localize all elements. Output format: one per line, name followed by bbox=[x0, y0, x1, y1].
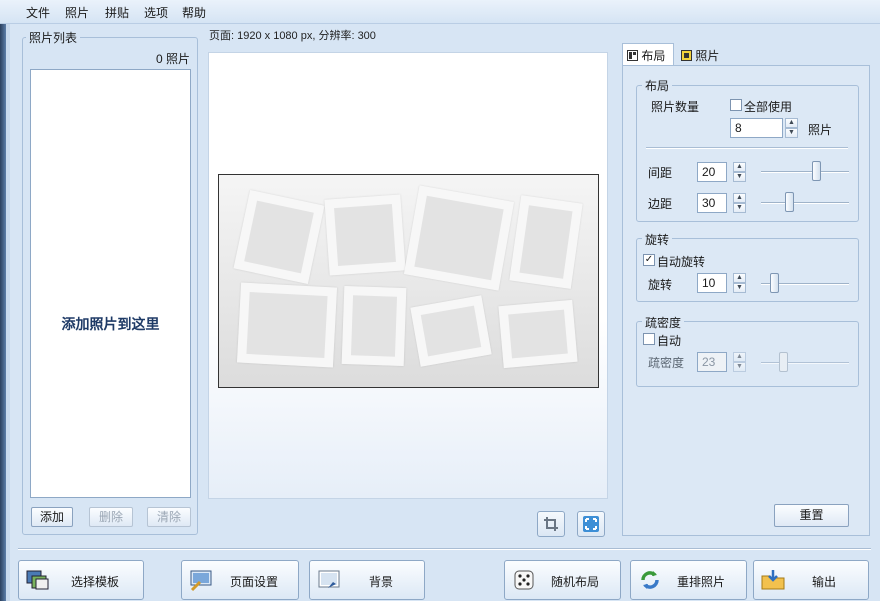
random-layout-label: 随机布局 bbox=[551, 575, 600, 589]
stepper-up-icon[interactable]: ▲ bbox=[733, 162, 746, 172]
stepper-down-icon[interactable]: ▼ bbox=[733, 362, 746, 372]
rotation-group-title: 旋转 bbox=[642, 231, 673, 248]
photo-slot[interactable] bbox=[498, 299, 578, 369]
spacing-input[interactable]: 20 bbox=[697, 162, 727, 182]
use-all-checkbox[interactable] bbox=[730, 99, 742, 111]
density-stepper[interactable]: ▲ ▼ bbox=[733, 352, 746, 372]
density-slider[interactable] bbox=[761, 362, 849, 364]
auto-density-checkbox[interactable] bbox=[643, 333, 655, 345]
rotation-stepper[interactable]: ▲ ▼ bbox=[733, 273, 746, 293]
stepper-down-icon[interactable]: ▼ bbox=[785, 128, 798, 138]
photo-count-label: 0 照片 bbox=[156, 52, 191, 66]
dice-icon bbox=[514, 570, 534, 590]
margin-slider[interactable] bbox=[761, 202, 849, 204]
stepper-down-icon[interactable]: ▼ bbox=[733, 283, 746, 293]
menu-options[interactable]: 选项 bbox=[142, 4, 170, 21]
menu-help[interactable]: 帮助 bbox=[180, 4, 208, 21]
select-template-label: 选择模板 bbox=[71, 575, 120, 589]
photo-slot[interactable] bbox=[233, 189, 325, 285]
photo-list-placeholder: 添加照片到这里 bbox=[61, 317, 160, 333]
window-border bbox=[6, 24, 10, 601]
fit-button[interactable] bbox=[577, 511, 605, 537]
photo-slot[interactable] bbox=[341, 285, 407, 367]
layout-group-title: 布局 bbox=[642, 77, 673, 94]
density-label: 疏密度 bbox=[648, 356, 685, 370]
export-icon bbox=[761, 570, 785, 590]
export-button[interactable]: 输出 bbox=[753, 560, 869, 600]
stepper-down-icon[interactable]: ▼ bbox=[733, 172, 746, 182]
tab-layout-label: 布局 bbox=[641, 49, 666, 63]
fit-icon bbox=[583, 516, 599, 532]
stepper-up-icon[interactable]: ▲ bbox=[733, 193, 746, 203]
photo-list-box[interactable]: 添加照片到这里 bbox=[30, 69, 191, 498]
separator bbox=[646, 147, 848, 149]
tab-layout[interactable]: 布局 bbox=[622, 43, 674, 65]
page-info: 页面: 1920 x 1080 px, 分辨率: 300 bbox=[209, 30, 376, 42]
rotation-slider-thumb[interactable] bbox=[770, 273, 780, 293]
page-setup-label: 页面设置 bbox=[230, 575, 279, 589]
menu-bar: 文件 照片 拼贴 选项 帮助 bbox=[0, 0, 880, 24]
menu-collage[interactable]: 拼贴 bbox=[103, 4, 131, 21]
photo-icon bbox=[681, 50, 692, 61]
stepper-down-icon[interactable]: ▼ bbox=[733, 203, 746, 213]
margin-stepper[interactable]: ▲ ▼ bbox=[733, 193, 746, 213]
rotation-input[interactable]: 10 bbox=[697, 273, 727, 293]
spacing-slider-thumb[interactable] bbox=[812, 161, 822, 181]
auto-density-label: 自动 bbox=[657, 334, 682, 348]
select-template-button[interactable]: 选择模板 bbox=[18, 560, 144, 600]
shuffle-photos-label: 重排照片 bbox=[677, 575, 726, 589]
tab-strip: 布局 照片 bbox=[622, 43, 870, 65]
density-group-title: 疏密度 bbox=[642, 314, 685, 331]
photo-count-field-label: 照片数量 bbox=[651, 100, 700, 114]
tab-photo[interactable]: 照片 bbox=[676, 43, 728, 65]
shuffle-photos-button[interactable]: 重排照片 bbox=[630, 560, 747, 600]
rotation-label: 旋转 bbox=[648, 278, 673, 292]
menu-file[interactable]: 文件 bbox=[24, 4, 52, 21]
export-label: 输出 bbox=[812, 575, 837, 589]
photo-slot[interactable] bbox=[403, 185, 515, 291]
collage-preview[interactable] bbox=[218, 174, 599, 388]
photo-list-title: 照片列表 bbox=[26, 29, 81, 46]
stepper-up-icon[interactable]: ▲ bbox=[733, 273, 746, 283]
margin-input[interactable]: 30 bbox=[697, 193, 727, 213]
photo-slot[interactable] bbox=[324, 194, 406, 276]
margin-slider-thumb[interactable] bbox=[784, 192, 794, 212]
delete-button[interactable]: 删除 bbox=[89, 507, 133, 527]
stepper-up-icon[interactable]: ▲ bbox=[785, 118, 798, 128]
menu-photo[interactable]: 照片 bbox=[63, 4, 91, 21]
photo-slot[interactable] bbox=[236, 282, 338, 368]
random-layout-button[interactable]: 随机布局 bbox=[504, 560, 621, 600]
photo-slot[interactable] bbox=[509, 195, 583, 289]
crop-button[interactable] bbox=[537, 511, 565, 537]
add-button[interactable]: 添加 bbox=[31, 507, 73, 527]
photo-count-input[interactable]: 8 bbox=[730, 118, 783, 138]
photo-count-stepper[interactable]: ▲ ▼ bbox=[785, 118, 798, 138]
photo-count-unit: 照片 bbox=[808, 123, 833, 137]
spacing-stepper[interactable]: ▲ ▼ bbox=[733, 162, 746, 182]
tab-photo-label: 照片 bbox=[695, 49, 720, 63]
use-all-label: 全部使用 bbox=[744, 100, 793, 114]
auto-rotate-checkbox[interactable]: ✓ bbox=[643, 254, 655, 266]
page-setup-button[interactable]: 页面设置 bbox=[181, 560, 299, 600]
density-input[interactable]: 23 bbox=[697, 352, 727, 372]
stepper-up-icon[interactable]: ▲ bbox=[733, 352, 746, 362]
auto-rotate-label: 自动旋转 bbox=[657, 255, 706, 269]
shuffle-icon bbox=[641, 571, 659, 589]
background-label: 背景 bbox=[369, 575, 394, 589]
background-icon bbox=[318, 570, 340, 588]
layout-icon bbox=[627, 50, 638, 61]
clear-button[interactable]: 清除 bbox=[147, 507, 191, 527]
spacing-label: 间距 bbox=[648, 166, 673, 180]
background-button[interactable]: 背景 bbox=[309, 560, 425, 600]
page-setup-icon bbox=[190, 570, 212, 592]
reset-button[interactable]: 重置 bbox=[774, 504, 849, 527]
spacing-slider[interactable] bbox=[761, 171, 849, 173]
template-icon bbox=[26, 570, 49, 590]
bottom-separator bbox=[18, 548, 871, 550]
photo-slot[interactable] bbox=[410, 295, 492, 367]
crop-icon bbox=[544, 517, 558, 531]
margin-label: 边距 bbox=[648, 197, 673, 211]
density-slider-thumb[interactable] bbox=[779, 352, 789, 372]
